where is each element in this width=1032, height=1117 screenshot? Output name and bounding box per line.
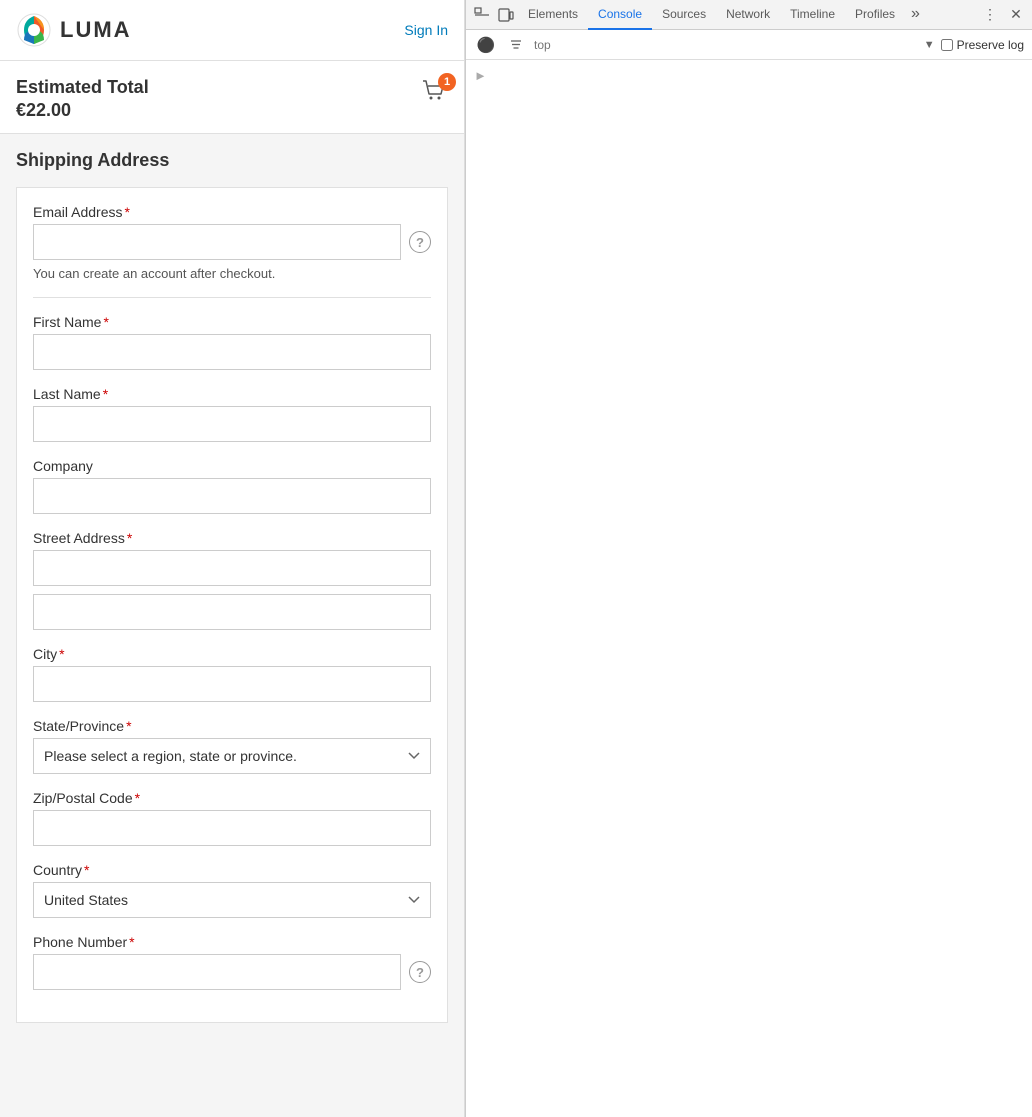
console-prompt-arrow[interactable]: ►: [474, 68, 487, 83]
zip-label: Zip/Postal Code*: [33, 790, 431, 806]
tab-console[interactable]: Console: [588, 0, 652, 30]
first-name-group: First Name*: [33, 314, 431, 370]
zip-group: Zip/Postal Code*: [33, 790, 431, 846]
total-info: Estimated Total €22.00: [16, 77, 149, 121]
email-required: *: [124, 204, 129, 220]
phone-row: ?: [33, 954, 431, 990]
preserve-log-label: Preserve log: [957, 38, 1024, 52]
tab-profiles[interactable]: Profiles: [845, 0, 905, 30]
console-filter-dropdown[interactable]: ▼: [924, 39, 935, 51]
street-address-label: Street Address*: [33, 530, 431, 546]
devtools-tabs-bar: Elements Console Sources Network Timelin…: [466, 0, 1032, 30]
zip-input[interactable]: [33, 810, 431, 846]
email-hint-text: You can create an account after checkout…: [33, 266, 431, 281]
device-toolbar-icon[interactable]: [494, 3, 518, 27]
estimated-total-amount: €22.00: [16, 100, 149, 121]
sign-in-link[interactable]: Sign In: [404, 22, 448, 38]
phone-help-icon[interactable]: ?: [409, 961, 431, 983]
phone-label: Phone Number*: [33, 934, 431, 950]
street-address-input-2[interactable]: [33, 594, 431, 630]
phone-required: *: [129, 934, 134, 950]
country-label: Country*: [33, 862, 431, 878]
logo-text: LUMA: [60, 17, 132, 43]
devtools-more-icon[interactable]: ⋮: [978, 3, 1002, 27]
company-label: Company: [33, 458, 431, 474]
checkout-panel: LUMA Sign In Estimated Total €22.00 1 Sh…: [0, 0, 465, 1117]
devtools-panel: Elements Console Sources Network Timelin…: [465, 0, 1032, 1117]
preserve-log-checkbox[interactable]: [941, 39, 953, 51]
tab-network[interactable]: Network: [716, 0, 780, 30]
tab-timeline[interactable]: Timeline: [780, 0, 845, 30]
estimated-total-label: Estimated Total: [16, 77, 149, 98]
console-filter-icon[interactable]: [504, 33, 528, 57]
logo-area: LUMA: [16, 12, 132, 48]
separator-1: [33, 297, 431, 298]
email-row: ?: [33, 224, 431, 260]
city-label: City*: [33, 646, 431, 662]
tab-more[interactable]: »: [905, 0, 926, 30]
tab-sources[interactable]: Sources: [652, 0, 716, 30]
email-help-icon[interactable]: ?: [409, 231, 431, 253]
first-name-required: *: [103, 314, 108, 330]
email-label: Email Address*: [33, 204, 431, 220]
inspect-element-icon[interactable]: [470, 3, 494, 27]
city-required: *: [59, 646, 64, 662]
console-clear-icon[interactable]: ⚫: [474, 33, 498, 57]
first-name-label: First Name*: [33, 314, 431, 330]
devtools-top-icons: ⋮ ✕: [978, 3, 1028, 27]
state-select[interactable]: Please select a region, state or provinc…: [33, 738, 431, 774]
city-group: City*: [33, 646, 431, 702]
street-address-input-1[interactable]: [33, 550, 431, 586]
company-group: Company: [33, 458, 431, 514]
state-required: *: [126, 718, 131, 734]
street-required: *: [127, 530, 132, 546]
country-group: Country* United States: [33, 862, 431, 918]
luma-logo-icon: [16, 12, 52, 48]
email-input[interactable]: [33, 224, 401, 260]
checkout-form: Email Address* ? You can create an accou…: [16, 187, 448, 1023]
devtools-close-icon[interactable]: ✕: [1004, 3, 1028, 27]
city-input[interactable]: [33, 666, 431, 702]
last-name-input[interactable]: [33, 406, 431, 442]
devtools-toolbar: ⚫ ▼ Preserve log: [466, 30, 1032, 60]
header: LUMA Sign In: [0, 0, 464, 61]
devtools-content: ►: [466, 60, 1032, 1117]
estimated-total-section: Estimated Total €22.00 1: [0, 61, 464, 134]
shipping-address-title: Shipping Address: [16, 150, 448, 171]
last-name-label: Last Name*: [33, 386, 431, 402]
state-group: State/Province* Please select a region, …: [33, 718, 431, 774]
tab-elements[interactable]: Elements: [518, 0, 588, 30]
street-address-group: Street Address*: [33, 530, 431, 630]
zip-required: *: [135, 790, 140, 806]
cart-badge-area[interactable]: 1: [420, 77, 448, 108]
console-filter-input[interactable]: [534, 38, 918, 52]
country-select[interactable]: United States: [33, 882, 431, 918]
first-name-input[interactable]: [33, 334, 431, 370]
last-name-group: Last Name*: [33, 386, 431, 442]
company-input[interactable]: [33, 478, 431, 514]
country-required: *: [84, 862, 89, 878]
shipping-address-section: Shipping Address: [0, 134, 464, 171]
state-label: State/Province*: [33, 718, 431, 734]
last-name-required: *: [103, 386, 108, 402]
cart-badge: 1: [438, 73, 456, 91]
phone-input[interactable]: [33, 954, 401, 990]
preserve-log-area: Preserve log: [941, 38, 1024, 52]
phone-group: Phone Number* ?: [33, 934, 431, 990]
email-group: Email Address* ? You can create an accou…: [33, 204, 431, 281]
